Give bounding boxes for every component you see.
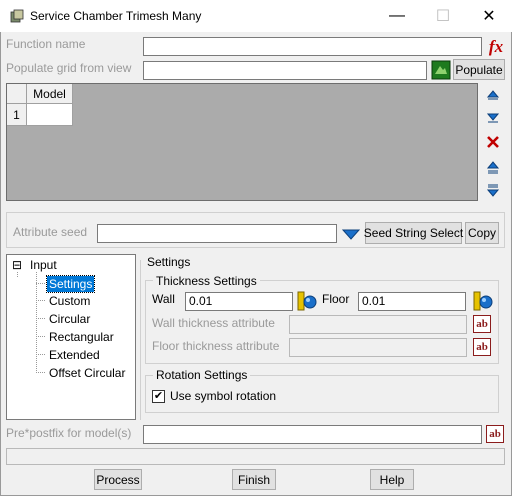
settings-group-title: Settings (147, 255, 191, 269)
floor-pick-icon[interactable] (473, 291, 493, 311)
ab-icon[interactable]: ab (473, 338, 491, 356)
window-title: Service Chamber Trimesh Many (30, 9, 202, 23)
tree-item-input[interactable]: Input (30, 258, 57, 272)
fx-icon[interactable]: fx (486, 36, 506, 57)
tree-item-offset-circular[interactable]: Offset Circular (49, 366, 125, 380)
ab-icon[interactable]: ab (486, 425, 504, 443)
move-down-icon[interactable] (483, 107, 503, 127)
prefix-label: Pre*postfix for model(s) (6, 426, 132, 440)
wall-thickness-attribute-label: Wall thickness attribute (152, 316, 275, 330)
finish-button[interactable]: Finish (232, 469, 276, 490)
minimize-button[interactable]: — (374, 0, 420, 32)
function-name-label: Function name (6, 37, 86, 51)
delete-row-icon[interactable] (483, 132, 503, 152)
tree-collapse-icon[interactable]: ⊟ (12, 259, 22, 271)
insert-above-icon[interactable] (483, 157, 503, 177)
populate-input[interactable] (143, 61, 427, 80)
move-up-icon[interactable] (483, 84, 503, 104)
function-name-input[interactable] (143, 37, 482, 56)
maximize-button[interactable]: ☐ (420, 0, 466, 32)
copy-button[interactable]: Copy (465, 222, 499, 244)
help-button[interactable]: Help (370, 469, 414, 490)
app-icon (10, 9, 24, 23)
use-symbol-rotation-label: Use symbol rotation (170, 389, 277, 403)
pick-view-icon[interactable] (431, 60, 451, 80)
prefix-input[interactable] (143, 425, 482, 444)
grid-column-header-model[interactable]: Model (27, 84, 73, 104)
ab-icon[interactable]: ab (473, 315, 491, 333)
close-button[interactable]: ✕ (466, 0, 512, 32)
insert-below-icon[interactable] (483, 181, 503, 201)
grid-cell-model[interactable] (27, 104, 73, 126)
process-button[interactable]: Process (94, 469, 142, 490)
use-symbol-rotation-checkbox[interactable]: ✔ (152, 390, 165, 403)
wall-input[interactable]: 0.01 (185, 292, 293, 311)
floor-thickness-attribute-label: Floor thickness attribute (152, 339, 280, 353)
attribute-seed-input[interactable] (97, 224, 337, 243)
dropdown-arrow-icon[interactable] (340, 224, 362, 244)
tree-item-settings[interactable]: Settings (45, 275, 96, 293)
rotation-settings-title: Rotation Settings (153, 368, 251, 382)
populate-button[interactable]: Populate (453, 59, 505, 80)
model-grid[interactable]: Model 1 (6, 83, 478, 201)
tree-item-custom[interactable]: Custom (49, 294, 90, 308)
grid-corner (7, 84, 27, 104)
tree-item-rectangular[interactable]: Rectangular (49, 330, 114, 344)
populate-label: Populate grid from view (6, 61, 132, 75)
wall-thickness-attribute-input[interactable] (289, 315, 467, 334)
thickness-settings-title: Thickness Settings (153, 274, 260, 288)
attribute-seed-label: Attribute seed (13, 225, 88, 239)
wall-pick-icon[interactable] (297, 291, 317, 311)
floor-input[interactable]: 0.01 (358, 292, 466, 311)
tree-item-circular[interactable]: Circular (49, 312, 90, 326)
floor-thickness-attribute-input[interactable] (289, 338, 467, 357)
wall-label: Wall (152, 292, 175, 306)
seed-string-select-button[interactable]: Seed String Select (364, 222, 463, 244)
status-bar (6, 448, 505, 465)
floor-label: Floor (322, 292, 350, 306)
grid-row-number: 1 (7, 104, 27, 126)
tree-item-extended[interactable]: Extended (49, 348, 100, 362)
